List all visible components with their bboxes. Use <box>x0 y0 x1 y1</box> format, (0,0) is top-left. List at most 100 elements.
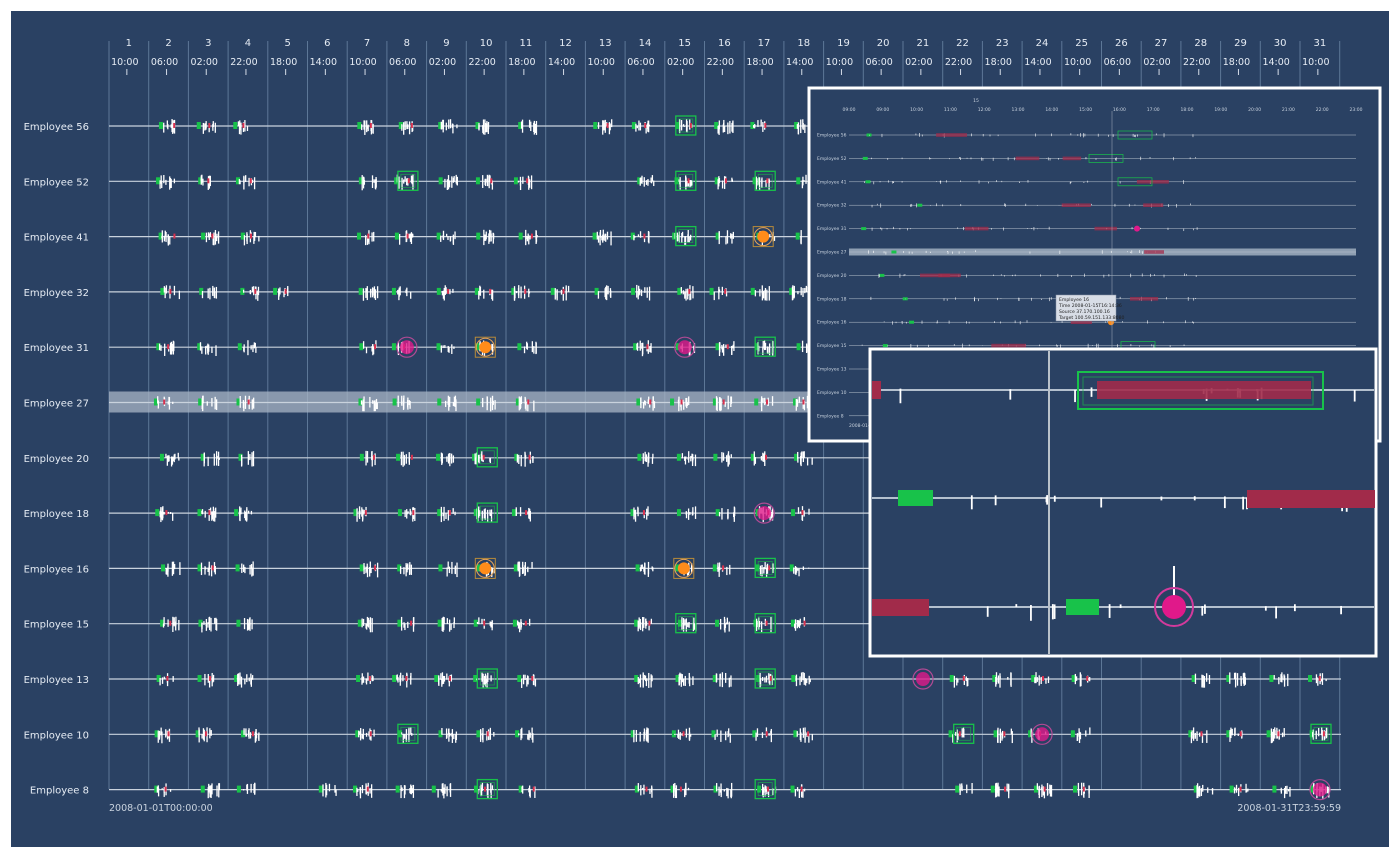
activity-cluster[interactable] <box>158 119 176 134</box>
activity-cluster[interactable] <box>197 506 217 522</box>
activity-cluster[interactable] <box>358 286 379 301</box>
employee-label[interactable]: Employee 15 <box>24 620 89 631</box>
activity-cluster[interactable] <box>154 727 171 744</box>
detail-employee-label[interactable]: Employee 56 <box>817 133 847 139</box>
activity-cluster[interactable] <box>513 175 533 191</box>
activity-cluster[interactable] <box>712 562 731 577</box>
activity-cluster[interactable] <box>517 341 537 355</box>
alert-magenta-marker[interactable] <box>1031 723 1053 745</box>
activity-cluster[interactable] <box>474 285 494 301</box>
magnifier-inset-panel[interactable] <box>868 347 1378 658</box>
activity-cluster[interactable] <box>517 674 537 688</box>
alert-magenta-marker[interactable] <box>674 336 696 358</box>
detail-employee-label[interactable]: Employee 52 <box>817 156 847 162</box>
activity-cluster[interactable] <box>438 174 459 190</box>
activity-cluster[interactable] <box>633 340 652 357</box>
activity-cluster[interactable] <box>631 120 651 134</box>
activity-cluster[interactable] <box>436 343 455 354</box>
activity-cluster[interactable] <box>593 119 613 135</box>
activity-cluster[interactable] <box>637 451 654 467</box>
activity-cluster[interactable] <box>630 727 649 743</box>
activity-cluster[interactable] <box>234 672 254 688</box>
employee-label[interactable]: Employee 20 <box>24 454 89 465</box>
activity-cluster[interactable] <box>398 121 414 135</box>
activity-cluster[interactable] <box>990 782 1010 799</box>
detail-employee-label[interactable]: Employee 27 <box>817 250 847 256</box>
activity-cluster[interactable] <box>240 286 260 301</box>
activity-cluster[interactable] <box>794 451 813 467</box>
activity-cluster[interactable] <box>159 452 180 467</box>
activity-cluster[interactable] <box>1266 727 1285 744</box>
alert-magenta-marker[interactable] <box>753 502 775 524</box>
activity-cluster[interactable] <box>789 285 809 301</box>
activity-cluster[interactable] <box>198 616 218 633</box>
employee-label[interactable]: Employee 13 <box>24 675 89 686</box>
activity-cluster[interactable] <box>677 285 694 301</box>
activity-cluster[interactable] <box>711 728 731 743</box>
activity-cluster[interactable] <box>1188 727 1208 744</box>
activity-cluster[interactable] <box>993 727 1013 744</box>
activity-cluster[interactable] <box>473 506 493 523</box>
activity-cluster[interactable] <box>518 119 538 135</box>
alert-magenta-marker[interactable] <box>1309 778 1331 801</box>
employee-label[interactable]: Employee 56 <box>24 122 89 133</box>
activity-cluster[interactable] <box>235 175 256 190</box>
activity-cluster[interactable] <box>750 451 768 466</box>
activity-cluster[interactable] <box>715 341 735 357</box>
activity-cluster[interactable] <box>357 230 375 246</box>
activity-cluster[interactable] <box>675 672 694 687</box>
employee-label[interactable]: Employee 41 <box>24 233 89 244</box>
activity-cluster[interactable] <box>1071 672 1091 687</box>
activity-cluster[interactable] <box>476 727 495 743</box>
activity-cluster[interactable] <box>790 784 806 798</box>
activity-cluster[interactable] <box>714 176 734 190</box>
activity-cluster[interactable] <box>670 782 690 799</box>
detail-employee-label[interactable]: Employee 10 <box>817 390 847 396</box>
activity-cluster[interactable] <box>357 119 374 135</box>
activity-cluster[interactable] <box>709 286 728 301</box>
activity-cluster[interactable] <box>392 672 412 688</box>
activity-cluster[interactable] <box>434 672 453 687</box>
alert-magenta-marker[interactable] <box>912 668 934 690</box>
activity-cluster[interactable] <box>236 782 256 795</box>
activity-cluster[interactable] <box>753 617 772 633</box>
activity-cluster[interactable] <box>592 229 612 246</box>
activity-cluster[interactable] <box>235 561 254 577</box>
employee-label[interactable]: Employee 18 <box>24 509 89 520</box>
activity-cluster[interactable] <box>198 174 211 190</box>
detail-employee-label[interactable]: Employee 31 <box>817 226 847 232</box>
activity-cluster[interactable] <box>436 285 454 301</box>
employee-label[interactable]: Employee 32 <box>24 288 89 299</box>
activity-cluster[interactable] <box>715 616 730 633</box>
activity-cluster[interactable] <box>438 561 458 578</box>
activity-cluster[interactable] <box>712 672 732 688</box>
activity-cluster[interactable] <box>514 451 534 467</box>
activity-cluster[interactable] <box>515 727 534 743</box>
activity-cluster[interactable] <box>715 230 735 245</box>
activity-cluster[interactable] <box>512 618 531 633</box>
activity-cluster[interactable] <box>353 506 367 522</box>
activity-cluster[interactable] <box>630 506 649 522</box>
activity-cluster[interactable] <box>676 119 693 134</box>
employee-label[interactable]: Employee 27 <box>24 399 89 410</box>
activity-cluster[interactable] <box>156 175 176 190</box>
detail-employee-label[interactable]: Employee 16 <box>817 320 847 326</box>
activity-cluster[interactable] <box>238 451 255 467</box>
activity-cluster[interactable] <box>156 340 175 356</box>
activity-cluster[interactable] <box>397 562 413 577</box>
activity-cluster[interactable] <box>436 452 455 467</box>
activity-cluster[interactable] <box>676 451 697 467</box>
activity-cluster[interactable] <box>713 782 733 799</box>
activity-cluster[interactable] <box>1309 727 1328 741</box>
activity-cluster[interactable] <box>357 616 373 633</box>
activity-cluster[interactable] <box>1073 782 1090 798</box>
activity-cluster[interactable] <box>160 616 180 633</box>
activity-cluster[interactable] <box>358 175 377 191</box>
activity-cluster[interactable] <box>713 451 732 467</box>
detail-employee-label[interactable]: Employee 15 <box>817 343 847 349</box>
activity-cluster[interactable] <box>395 784 415 799</box>
activity-cluster[interactable] <box>949 674 969 688</box>
activity-cluster[interactable] <box>234 506 253 522</box>
activity-cluster[interactable] <box>513 561 533 577</box>
activity-cluster[interactable] <box>200 451 220 467</box>
